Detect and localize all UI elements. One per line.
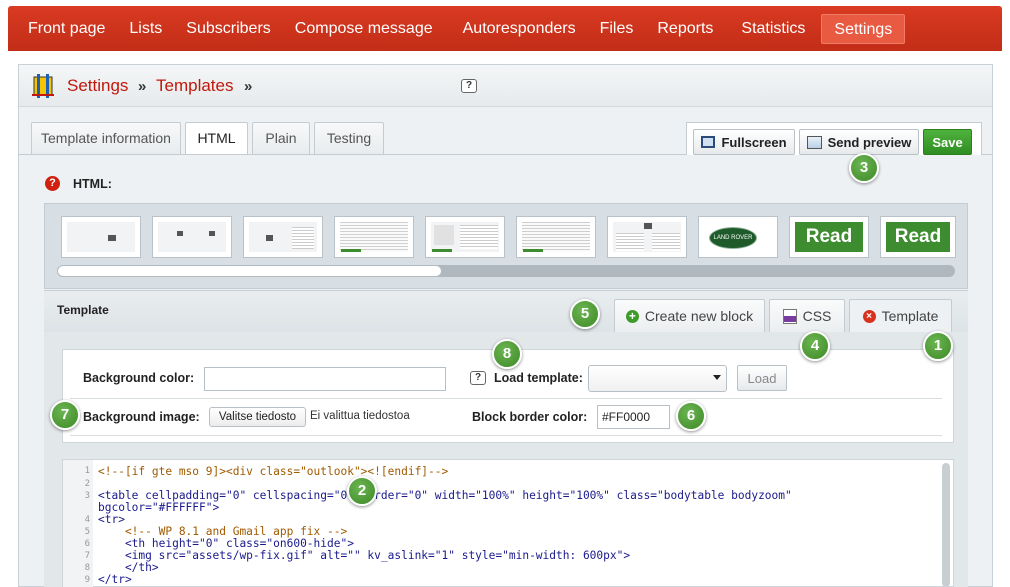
nav-lists[interactable]: Lists [117,14,174,44]
template-panel-title: Template [57,303,109,317]
create-new-block-label: Create new block [644,308,754,324]
code-line: <img src="assets/wp-fix.gif" alt="" kv_a… [98,549,631,562]
html-code-editor[interactable] [62,459,954,587]
land-rover-logo: LAND ROVER [709,227,757,249]
send-preview-label: Send preview [827,134,912,150]
template-thumbnail-read[interactable]: Read [789,216,869,258]
settings-logo-icon [32,74,54,98]
dropdown-caret-icon [713,375,721,380]
callout-7: 7 [50,400,80,430]
line-number: 6 [84,539,90,549]
file-choose-button[interactable]: Valitse tiedosto [209,407,306,427]
callout-2: 2 [347,476,377,506]
add-block-icon: + [625,309,639,323]
nav-compose-message[interactable]: Compose message [283,14,445,44]
breadcrumb-templates[interactable]: Templates [156,76,233,96]
nav-statistics[interactable]: Statistics [729,14,817,44]
read-button-preview: Read [886,222,950,252]
line-number: 8 [84,563,90,573]
code-line: </tr> [98,573,132,586]
form-divider-bottom [70,435,942,436]
create-new-block-button[interactable]: + Create new block [614,299,765,332]
template-thumbnail[interactable] [61,216,141,258]
tab-html[interactable]: HTML [185,122,248,155]
css-label: CSS [802,308,832,324]
template-thumbnail[interactable] [425,216,505,258]
template-thumbnail[interactable] [152,216,232,258]
nav-front-page[interactable]: Front page [16,14,117,44]
template-tab-label: Template [881,308,939,324]
nav-settings[interactable]: Settings [821,13,906,44]
callout-4: 4 [800,331,830,361]
line-number: 2 [84,479,90,489]
template-thumbnail[interactable] [334,216,414,258]
template-thumbnail[interactable] [607,216,687,258]
template-thumbnail[interactable]: LAND ROVER [698,216,778,258]
save-button[interactable]: Save [923,129,972,155]
line-number: 3 [84,491,90,501]
background-color-label: Background color: [83,371,195,385]
fullscreen-icon [701,136,716,148]
background-image-label: Background image: [83,410,200,424]
tab-template-information[interactable]: Template information [31,122,181,154]
fullscreen-button[interactable]: Fullscreen [693,129,795,155]
background-color-input[interactable] [204,367,446,391]
css-file-icon [782,308,797,324]
gallery-scrollbar-thumb[interactable] [57,265,442,277]
tab-template[interactable]: × Template [849,299,952,332]
breadcrumb-separator: » [138,78,147,95]
template-thumbnail-read[interactable]: Read [880,216,956,258]
tab-plain[interactable]: Plain [252,122,310,154]
help-icon[interactable]: ? [461,79,477,93]
top-navigation: Front page Lists Subscribers Compose mes… [8,6,1002,51]
load-button[interactable]: Load [737,365,787,391]
error-icon: ? [45,176,60,191]
tab-css[interactable]: CSS [769,299,845,332]
template-thumbnail[interactable] [243,216,323,258]
fullscreen-label: Fullscreen [721,134,787,150]
breadcrumb-separator-end: » [244,78,253,95]
line-number: 1 [84,466,90,476]
breadcrumb-settings[interactable]: Settings [67,76,128,96]
block-border-color-input[interactable]: #FF0000 [597,405,670,429]
line-number: 9 [84,575,90,585]
line-number: 5 [84,527,90,537]
template-thumbnail[interactable] [516,216,596,258]
send-preview-button[interactable]: Send preview [799,129,919,155]
tab-testing[interactable]: Testing [314,122,384,154]
block-border-color-label: Block border color: [472,410,588,424]
load-template-label: Load template: [494,371,583,385]
load-template-help-icon[interactable]: ? [470,371,486,385]
close-template-icon: × [862,309,876,323]
code-scrollbar[interactable] [942,463,950,587]
form-divider [70,398,942,399]
nav-files[interactable]: Files [588,14,646,44]
nav-reports[interactable]: Reports [645,14,725,44]
file-status-text: Ei valittua tiedostoa [310,410,410,422]
html-section-label: HTML: [73,177,112,191]
line-number: 4 [84,515,90,525]
code-line: <!--[if gte mso 9]><div class="outlook">… [98,465,449,478]
callout-6: 6 [676,401,706,431]
send-preview-icon [806,135,822,149]
nav-autoresponders[interactable]: Autoresponders [451,14,588,44]
read-button-preview: Read [795,222,863,252]
load-template-select[interactable] [588,365,727,392]
callout-8: 8 [492,339,522,369]
callout-5: 5 [570,299,600,329]
nav-subscribers[interactable]: Subscribers [174,14,282,44]
callout-3: 3 [849,153,879,183]
callout-1: 1 [923,331,953,361]
line-number: 7 [84,551,90,561]
